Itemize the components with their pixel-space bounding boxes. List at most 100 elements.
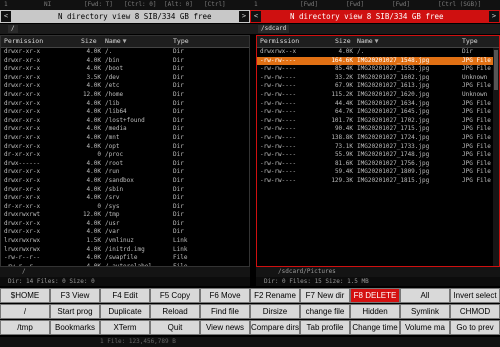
left-next-button[interactable]: > xyxy=(239,11,249,22)
left-prev-button[interactable]: < xyxy=(1,11,11,22)
file-row[interactable]: -rw-rw---- 90.4K IMG20201027_1715.jpg JPG F… xyxy=(257,125,499,134)
file-row[interactable]: drwx------ 4.0K/root Dir xyxy=(1,160,249,169)
col-name[interactable]: Name ▼ xyxy=(105,37,127,45)
col-size[interactable]: Size xyxy=(335,37,351,45)
right-scrollbar[interactable] xyxy=(493,48,499,266)
fkey-chmod[interactable]: CHMOD xyxy=(450,304,500,319)
cell-perm: drwxr-xr-x xyxy=(4,116,41,124)
file-row[interactable]: -rw-rw---- 33.2K IMG20201027_1602.jpg Unkno… xyxy=(257,74,499,83)
file-row[interactable]: drwxr-xr-x 4.0K/bin Dir xyxy=(1,57,249,66)
right-prev-button[interactable]: < xyxy=(251,11,261,22)
file-row[interactable]: -rw-rw---- 59.4K IMG20201027_1809.jpg JPG F… xyxy=(257,168,499,177)
fkey-change-file[interactable]: change file xyxy=(300,304,350,319)
file-row[interactable]: drwxrwx--x 4.0K/. Dir xyxy=(257,48,499,57)
fkey-f4-edit[interactable]: F4 Edit xyxy=(100,288,150,303)
fkey-view-news[interactable]: View news xyxy=(200,320,250,335)
file-row[interactable]: -rw-rw---- 115.2K IMG20201027_1620.jpg Unkn… xyxy=(257,91,499,100)
fkey-duplicate[interactable]: Duplicate xyxy=(100,304,150,319)
left-path-tab[interactable]: / xyxy=(8,25,18,33)
scrollbar-thumb[interactable] xyxy=(494,50,498,90)
fkey-f6-move[interactable]: F6 Move xyxy=(200,288,250,303)
fkey-invert-select[interactable]: Invert select xyxy=(450,288,500,303)
file-row[interactable]: lrwxrwxrwx 4.0K/initrd.img Link xyxy=(1,246,249,255)
file-row[interactable]: drwxr-xr-x 4.0K/var Dir xyxy=(1,228,249,237)
cell-type: Dir xyxy=(173,168,184,176)
file-row[interactable]: drwxr-xr-x 4.0K/srv Dir xyxy=(1,194,249,203)
file-row[interactable]: drwxr-xr-x 4.0K/lib Dir xyxy=(1,100,249,109)
fkey-go-to-prev[interactable]: Go to prev xyxy=(450,320,500,335)
fkey-f3-view[interactable]: F3 View xyxy=(50,288,100,303)
fkey-tab-profile[interactable]: Tab profile xyxy=(300,320,350,335)
file-row[interactable]: -rw-rw---- 64.7K IMG20201027_1645.jpg JPG F… xyxy=(257,108,499,117)
cell-type: Dir xyxy=(173,48,184,55)
col-permission[interactable]: Permission xyxy=(260,37,299,45)
file-row[interactable]: -rw-rw---- 101.7K IMG20201027_1702.jpg JPG … xyxy=(257,117,499,126)
file-row[interactable]: drwxr-xr-x 4.0K/etc Dir xyxy=(1,82,249,91)
file-row[interactable]: drwxr-xr-x 4.0K/lib64 Dir xyxy=(1,108,249,117)
file-row[interactable]: -rw-rw---- 85.4K IMG20201027_1553.jpg JPG F… xyxy=(257,65,499,74)
fkey-hidden[interactable]: Hidden xyxy=(350,304,400,319)
left-file-panel[interactable]: Permission Size Name ▼ Type drwxr-xr-x 4.0… xyxy=(0,35,250,267)
fkey-volume-ma[interactable]: Volume ma xyxy=(400,320,450,335)
file-row[interactable]: drwxr-xr-x 3.5K/dev Dir xyxy=(1,74,249,83)
fkey-quit[interactable]: Quit xyxy=(150,320,200,335)
fkey-find-file[interactable]: Find file xyxy=(200,304,250,319)
file-row[interactable]: dr-xr-xr-x 0/sys Dir xyxy=(1,203,249,212)
fkey-tmp[interactable]: /tmp xyxy=(0,320,50,335)
cell-type: Dir xyxy=(173,219,184,227)
fkey-change-time[interactable]: Change time xyxy=(350,320,400,335)
fkey-start-prog[interactable]: Start prog xyxy=(50,304,100,319)
file-row[interactable]: -rw-rw---- 129.3K IMG20201027_1815.jpg JPG … xyxy=(257,177,499,186)
fkey-compare-dirs[interactable]: Compare dirs xyxy=(250,320,300,335)
fkey-symlink[interactable]: Symlink xyxy=(400,304,450,319)
col-type[interactable]: Type xyxy=(462,37,478,45)
file-row-selected[interactable]: -rw-rw---- 164.6K IMG20201027_1548.jpg JPG … xyxy=(257,56,499,66)
file-row[interactable]: drwxr-xr-x 4.0K/mnt Dir xyxy=(1,134,249,143)
file-row[interactable]: -rw-r--r-- 4.0K/swapfile File xyxy=(1,254,249,263)
fkey-dirsize[interactable]: Dirsize xyxy=(250,304,300,319)
file-row[interactable]: -rw-rw---- 44.4K IMG20201027_1634.jpg JPG F… xyxy=(257,100,499,109)
fkey-[interactable]: / xyxy=(0,304,50,319)
fkey-bookmarks[interactable]: Bookmarks xyxy=(50,320,100,335)
col-size[interactable]: Size xyxy=(81,37,97,45)
file-row[interactable]: -rw-rw---- 81.6K IMG20201027_1756.jpg JPG F… xyxy=(257,160,499,169)
file-row[interactable]: drwxr-xr-x 4.0K/boot Dir xyxy=(1,65,249,74)
cell-size: 59.4K xyxy=(334,168,353,176)
right-next-button[interactable]: > xyxy=(489,11,499,22)
file-row[interactable]: -rw-rw---- 73.1K IMG20201027_1733.jpg JPG F… xyxy=(257,143,499,152)
col-permission[interactable]: Permission xyxy=(4,37,43,45)
fkey-f5-copy[interactable]: F5 Copy xyxy=(150,288,200,303)
fkey-f2-rename[interactable]: F2 Rename xyxy=(250,288,300,303)
fkey-all[interactable]: All xyxy=(400,288,450,303)
col-name[interactable]: Name ▼ xyxy=(357,37,379,45)
file-row[interactable]: -rw-rw---- 138.8K IMG20201027_1724.jpg JPG … xyxy=(257,134,499,143)
left-path-bar: / xyxy=(0,24,250,34)
file-row[interactable]: drwxr-xr-x 4.0K/lost+found Dir xyxy=(1,117,249,126)
cell-size: 4.0K xyxy=(86,133,101,141)
file-row[interactable]: drwxr-xr-x 4.0K/usr Dir xyxy=(1,220,249,229)
cell-name: /var xyxy=(105,228,120,236)
cell-type: Dir xyxy=(173,125,184,133)
fkey-f7-new-dir[interactable]: F7 New dir xyxy=(300,288,350,303)
fkey-home[interactable]: $HOME xyxy=(0,288,50,303)
file-row[interactable]: -rw-rw---- 67.9K IMG20201027_1613.jpg JPG F… xyxy=(257,82,499,91)
fkey-f8-delete[interactable]: F8 DELETE xyxy=(350,288,400,303)
file-row[interactable]: lrwxrwxrwx 1.5K/vmlinuz Link xyxy=(1,237,249,246)
file-row[interactable]: drwxrwxrwt 12.0K/tmp Dir xyxy=(1,211,249,220)
file-row[interactable]: drwxr-xr-x 4.0K/sandbox Dir xyxy=(1,177,249,186)
right-file-panel[interactable]: Permission Size Name ▼ Type drwxrwx--x 4.0… xyxy=(256,35,500,267)
file-row[interactable]: drwxr-xr-x 4.0K /. Dir xyxy=(1,48,249,57)
file-row[interactable]: drwxr-xr-x 4.0K/sbin Dir xyxy=(1,186,249,195)
file-row[interactable]: dr-xr-xr-x 0/proc Dir xyxy=(1,151,249,160)
fkey-reload[interactable]: Reload xyxy=(150,304,200,319)
file-row[interactable]: drwxr-xr-x 4.0K/run Dir xyxy=(1,168,249,177)
file-row[interactable]: drwxr-xr-x 4.0K/opt Dir xyxy=(1,143,249,152)
file-row[interactable]: drwxr-xr-x 12.0K/home Dir xyxy=(1,91,249,100)
right-panel-header[interactable]: < N directory view 8 SIB/334 GB free > xyxy=(250,10,500,23)
file-row[interactable]: -rw-rw---- 55.9K IMG20201027_1748.jpg JPG F… xyxy=(257,151,499,160)
col-type[interactable]: Type xyxy=(173,37,189,45)
fkey-xterm[interactable]: XTerm xyxy=(100,320,150,335)
file-row[interactable]: drwxr-xr-x 4.0K/media Dir xyxy=(1,125,249,134)
right-path-tab[interactable]: /sdcard xyxy=(258,25,290,33)
left-panel-header[interactable]: < N directory view 8 SIB/334 GB free > xyxy=(0,10,250,23)
